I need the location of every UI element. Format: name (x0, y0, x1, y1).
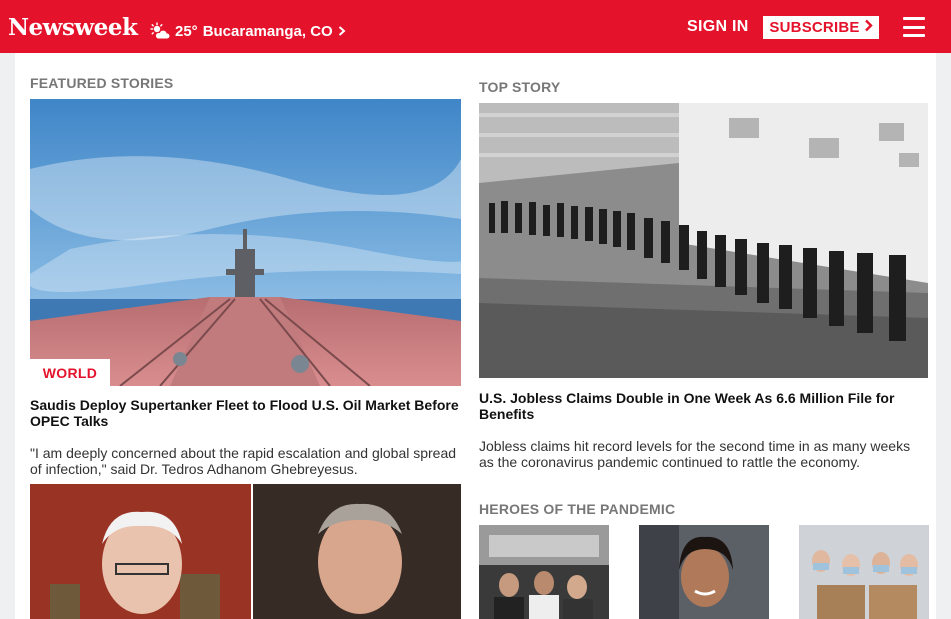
jobless-line-image[interactable] (479, 103, 928, 378)
featured-story-headline[interactable]: Saudis Deploy Supertanker Fleet to Flood… (30, 397, 460, 429)
featured-stories-heading: FEATURED STORIES (30, 75, 174, 91)
chevron-right-icon (864, 19, 873, 36)
featured-story-dek: "I am deeply concerned about the rapid e… (30, 445, 457, 477)
top-story-heading: TOP STORY (479, 79, 561, 95)
subscribe-label: SUBSCRIBE (769, 19, 860, 36)
partly-cloudy-icon (150, 22, 170, 40)
heroes-thumbnail-3[interactable] (799, 525, 929, 619)
temperature: 25° (175, 22, 198, 40)
sign-in-link[interactable]: SIGN IN (687, 18, 749, 36)
weather-widget[interactable]: 25° Bucaramanga, CO (150, 22, 346, 40)
supertanker-image[interactable] (30, 99, 461, 386)
hamburger-menu-icon[interactable] (903, 17, 925, 37)
site-header: Newsweek 25° Bucaramanga, CO SIGN IN SUB… (0, 0, 951, 53)
newsweek-logo[interactable]: Newsweek (8, 14, 138, 41)
heroes-thumbnail-1[interactable] (479, 525, 609, 619)
top-story-headline[interactable]: U.S. Jobless Claims Double in One Week A… (479, 390, 928, 422)
sanders-maher-image[interactable] (30, 484, 461, 619)
subscribe-button[interactable]: SUBSCRIBE (763, 16, 879, 39)
location: Bucaramanga, CO (202, 22, 333, 40)
chevron-right-icon (338, 26, 346, 36)
heroes-heading: HEROES OF THE PANDEMIC (479, 501, 676, 517)
heroes-thumbnail-2[interactable] (639, 525, 769, 619)
top-story-dek: Jobless claims hit record levels for the… (479, 438, 911, 470)
category-tag-world[interactable]: WORLD (30, 359, 110, 386)
